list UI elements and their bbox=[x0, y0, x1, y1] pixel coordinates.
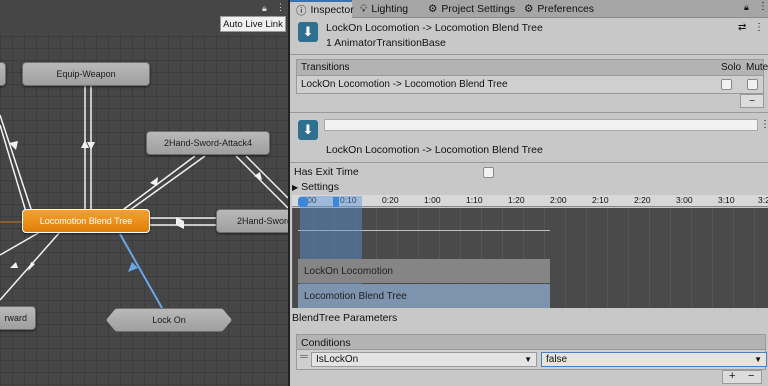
tab-preferences[interactable]: ⚙ Preferences bbox=[518, 0, 600, 18]
transition-arrow bbox=[87, 142, 95, 150]
condition-value-dropdown[interactable]: false ▼ bbox=[541, 352, 767, 367]
ruler-tick: 2:10 bbox=[592, 195, 609, 205]
remove-condition-button[interactable]: − bbox=[748, 370, 754, 382]
destination-state-bar[interactable]: Locomotion Blend Tree bbox=[298, 284, 550, 308]
transition-arrow bbox=[150, 177, 158, 186]
header-subtitle: 1 AnimatorTransitionBase bbox=[326, 37, 446, 49]
ruler-tick: 3:10 bbox=[718, 195, 735, 205]
transition-start-handle[interactable] bbox=[298, 197, 308, 207]
state-node-forward[interactable]: rward bbox=[0, 306, 36, 330]
inspector-panel: ⓘ Inspector 💡︎ Lighting ⚙ Project Settings … bbox=[288, 0, 768, 386]
foldout-arrow-icon: ▶ bbox=[292, 183, 299, 192]
transitions-heading: Transitions bbox=[301, 62, 350, 73]
transitions-header: Transitions Solo Mute bbox=[296, 59, 768, 76]
transition-line bbox=[119, 155, 196, 213]
remove-transition-button[interactable]: − bbox=[740, 94, 764, 108]
ruler-tick: 1:00 bbox=[424, 195, 441, 205]
ruler-tick: 2:00 bbox=[550, 195, 567, 205]
state-node-locomotion-blend-tree[interactable]: Locomotion Blend Tree bbox=[22, 209, 150, 233]
conditions-heading: Conditions bbox=[301, 337, 351, 349]
more-menu-icon[interactable]: ⋮ bbox=[758, 1, 768, 12]
ruler-tick: 3:00 bbox=[676, 195, 693, 205]
animator-graph[interactable]: 🔒︎ ⋮ Auto Live Link Equip-Weapon 2Hand-S… bbox=[0, 0, 288, 386]
preset-icon[interactable]: ⇄ bbox=[738, 22, 746, 33]
dropdown-arrow-icon: ▼ bbox=[754, 355, 762, 364]
detail-settings-icon[interactable]: ⋮ bbox=[760, 119, 768, 130]
ruler-tick: 0:20 bbox=[382, 195, 399, 205]
timeline-ruler[interactable]: 0:00 0:10 0:20 1:00 1:10 1:20 2:00 2:10 … bbox=[292, 195, 768, 207]
info-icon: ⓘ bbox=[296, 4, 307, 17]
transition-end-handle[interactable] bbox=[333, 197, 339, 207]
transition-line bbox=[0, 114, 33, 213]
ruler-tick: 1:20 bbox=[508, 195, 525, 205]
gear-icon: ⚙ bbox=[428, 3, 438, 15]
has-exit-time-checkbox[interactable] bbox=[483, 167, 494, 178]
ruler-tick: 1:10 bbox=[466, 195, 483, 205]
state-node-2hand-sword-attack4[interactable]: 2Hand-Sword-Attack4 bbox=[146, 131, 270, 155]
gear-icon: ⚙ bbox=[524, 3, 534, 15]
dropdown-arrow-icon: ▼ bbox=[524, 355, 532, 364]
solo-checkbox[interactable] bbox=[721, 79, 732, 90]
mute-checkbox[interactable] bbox=[747, 79, 758, 90]
ruler-tick: 2:20 bbox=[634, 195, 651, 205]
transition-name-input[interactable] bbox=[324, 119, 758, 131]
transition-line bbox=[129, 155, 206, 211]
condition-add-remove: + − bbox=[722, 370, 762, 384]
transition-list-item[interactable]: LockOn Locomotion -> Locomotion Blend Tr… bbox=[296, 76, 764, 94]
lock-icon[interactable]: 🔒︎ bbox=[744, 2, 749, 13]
mute-label: Mute bbox=[746, 62, 768, 73]
tab-lighting[interactable]: 💡︎ Lighting bbox=[354, 0, 414, 18]
source-state-bar[interactable]: LockOn Locomotion bbox=[298, 259, 550, 283]
settings-icon[interactable]: ⋮ bbox=[754, 22, 764, 33]
settings-foldout[interactable]: ▶ Settings bbox=[292, 181, 339, 193]
blendtree-parameters-label: BlendTree Parameters bbox=[292, 312, 398, 324]
tab-inspector[interactable]: ⓘ Inspector bbox=[290, 0, 354, 18]
add-condition-button[interactable]: + bbox=[729, 370, 735, 382]
drag-handle-icon[interactable]: ═ bbox=[300, 351, 308, 363]
transition-line bbox=[0, 231, 41, 256]
transition-detail-icon: ⬇ bbox=[298, 120, 318, 140]
state-node-equip-weapon[interactable]: Equip-Weapon bbox=[22, 62, 150, 86]
ruler-tick: 3:20 bbox=[758, 195, 768, 205]
detail-label: LockOn Locomotion -> Locomotion Blend Tr… bbox=[326, 144, 543, 156]
state-node-lock-on[interactable]: Lock On bbox=[106, 308, 232, 332]
state-node-2hand-sword[interactable]: 2Hand-Sword bbox=[216, 209, 288, 233]
transition-asset-icon: ⬇ bbox=[298, 22, 318, 42]
selected-transition-line bbox=[119, 233, 163, 309]
transition-arrow bbox=[81, 140, 89, 148]
conditions-header: Conditions bbox=[296, 334, 766, 350]
transition-line bbox=[245, 155, 288, 199]
transition-arrow bbox=[10, 262, 18, 268]
solo-label: Solo bbox=[721, 62, 742, 73]
has-exit-time-label: Has Exit Time bbox=[294, 166, 359, 178]
header-title: LockOn Locomotion -> Locomotion Blend Tr… bbox=[326, 22, 543, 34]
transition-line bbox=[0, 124, 27, 213]
condition-row[interactable]: ═ IsLockOn ▼ false ▼ bbox=[296, 350, 767, 370]
state-node-left[interactable] bbox=[0, 62, 6, 86]
tab-project-settings[interactable]: ⚙ Project Settings bbox=[422, 0, 521, 18]
condition-parameter-dropdown[interactable]: IsLockOn ▼ bbox=[311, 352, 537, 367]
tab-bar: ⓘ Inspector 💡︎ Lighting ⚙ Project Settings … bbox=[290, 0, 768, 18]
transition-item-label: LockOn Locomotion -> Locomotion Blend Tr… bbox=[301, 79, 508, 90]
lightbulb-icon: 💡︎ bbox=[360, 2, 368, 15]
transition-line bbox=[235, 155, 288, 209]
